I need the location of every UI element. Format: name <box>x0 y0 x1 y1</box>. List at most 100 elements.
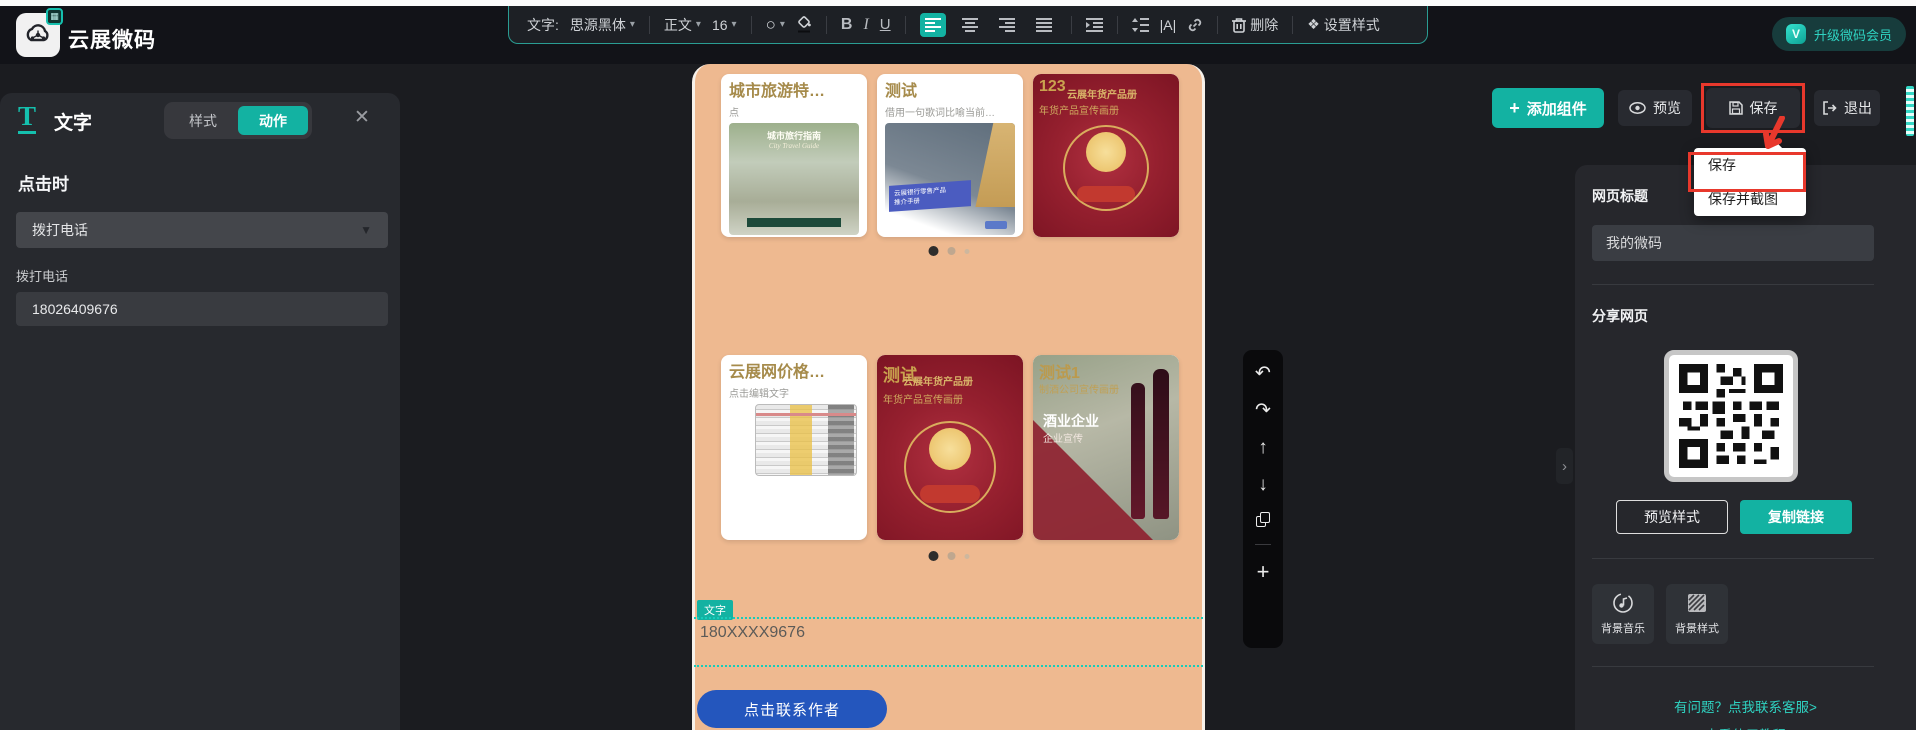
tab-style[interactable]: 样式 <box>168 106 238 135</box>
carousel-dot-active[interactable] <box>928 551 938 561</box>
upgrade-membership-button[interactable]: V 升级微码会员 <box>1772 17 1906 51</box>
card-title: 城市旅游特… <box>729 82 859 102</box>
align-right-button[interactable] <box>994 13 1020 37</box>
template-card[interactable]: 测试1 制酒公司宣传画册 酒业企业 企业宣传 <box>1033 355 1179 540</box>
divider <box>1592 666 1874 667</box>
poster-figure <box>920 485 980 503</box>
exit-button[interactable]: 退出 <box>1814 90 1880 126</box>
template-card[interactable]: 云展网价格… 点击编辑文字 <box>721 355 867 540</box>
eye-icon <box>1629 102 1646 114</box>
divider <box>905 16 906 34</box>
tab-action[interactable]: 动作 <box>238 106 308 135</box>
set-style-button[interactable]: ❖ 设置样式 <box>1307 15 1380 35</box>
template-card[interactable]: 123 云展年货产品册 年货产品宣传画册 <box>1033 74 1179 237</box>
page-title-input[interactable] <box>1592 225 1874 261</box>
card-title: 测试1 <box>1039 359 1080 383</box>
delete-button[interactable]: 删除 <box>1232 15 1278 35</box>
letter-spacing-button[interactable]: |A| <box>1160 17 1177 33</box>
divider <box>751 16 752 34</box>
poster-title: 酒业企业 <box>1043 411 1099 431</box>
text-color-select[interactable]: ○ ▾ <box>766 15 785 35</box>
underline-button[interactable]: U <box>880 16 891 33</box>
link-icon <box>1187 17 1203 33</box>
panel-collapse-chevron[interactable]: › <box>1556 448 1573 484</box>
carousel-dot[interactable] <box>964 554 969 559</box>
background-music-button[interactable]: 背景音乐 <box>1592 584 1654 644</box>
carousel-dot[interactable] <box>947 552 955 560</box>
poster-title: 云展年货产品册 <box>1067 86 1137 101</box>
add-component-button[interactable]: + 添加组件 <box>1492 88 1604 128</box>
italic-button[interactable]: I <box>863 16 868 34</box>
add-icon[interactable]: + <box>1257 562 1270 582</box>
action-type-select[interactable]: 拨打电话 ▼ <box>16 212 388 248</box>
move-up-icon[interactable]: ↑ <box>1258 438 1268 458</box>
carousel-dot[interactable] <box>947 247 955 255</box>
copy-link-button[interactable]: 复制链接 <box>1740 500 1852 534</box>
carousel-dot-active[interactable] <box>928 246 938 256</box>
bold-button[interactable]: B <box>841 16 853 34</box>
contact-author-button[interactable]: 点击联系作者 <box>697 690 887 728</box>
move-down-icon[interactable]: ↓ <box>1258 475 1268 495</box>
card-subtitle: 点 <box>729 104 859 119</box>
poster-band <box>747 218 841 227</box>
vip-icon: V <box>1786 24 1806 44</box>
poster-subtitle: City Travel Guide <box>729 142 859 150</box>
font-family-select[interactable]: 思源黑体 ▾ <box>570 15 635 35</box>
poster-figure <box>1077 186 1135 202</box>
align-left-button[interactable] <box>920 13 946 37</box>
table-red-row <box>756 413 856 416</box>
close-icon[interactable]: ✕ <box>354 106 370 129</box>
upgrade-label: 升级微码会员 <box>1814 25 1892 44</box>
chevron-down-icon: ▾ <box>732 19 737 30</box>
cloud-icon <box>23 22 53 48</box>
phone-field-label: 拨打电话 <box>16 266 68 285</box>
indent-button[interactable] <box>1086 18 1103 32</box>
fill-color-button[interactable] <box>796 16 812 33</box>
template-card[interactable]: 城市旅游特… 点 城市旅行指南 City Travel Guide <box>721 74 867 237</box>
divider <box>1592 558 1874 559</box>
preview-button[interactable]: 预览 <box>1618 90 1692 126</box>
link-button[interactable] <box>1187 17 1203 33</box>
annotation-arrow <box>1748 116 1794 156</box>
tutorial-link[interactable]: 查看使用教程 <box>1575 724 1916 730</box>
wine-bottle <box>1153 369 1169 519</box>
poster-banner: 云展银行零售产品 推介手册 <box>889 180 971 212</box>
carousel-dot[interactable] <box>964 249 969 254</box>
share-qr-code[interactable] <box>1664 350 1798 482</box>
template-card[interactable]: 测试 借用一句歌词比喻当前… 云展银行零售产品 推介手册 <box>877 74 1023 237</box>
menu-item-save-screenshot[interactable]: 保存并截图 <box>1694 182 1806 216</box>
divider <box>826 16 827 34</box>
align-center-icon <box>962 18 978 32</box>
align-justify-button[interactable] <box>1031 13 1057 37</box>
line-height-icon <box>1132 18 1149 32</box>
card-poster: 测试 云展年货产品册 年货产品宣传画册 <box>877 355 1023 540</box>
floppy-icon <box>1729 101 1743 115</box>
panel-tabs: 样式 动作 <box>164 102 312 139</box>
card-poster: 123 云展年货产品册 年货产品宣传画册 <box>1033 74 1179 237</box>
exit-icon <box>1822 101 1837 115</box>
card-subtitle: 年货产品宣传画册 <box>883 391 963 406</box>
template-card[interactable]: 测试 云展年货产品册 年货产品宣传画册 <box>877 355 1023 540</box>
preview-style-button[interactable]: 预览样式 <box>1616 500 1728 534</box>
text-label: 文字: <box>527 15 559 35</box>
carousel-dots <box>928 246 969 256</box>
text-component-value[interactable]: 180XXXX9676 <box>700 624 805 642</box>
paragraph-style-select[interactable]: 正文 ▾ <box>664 15 701 35</box>
undo-icon[interactable]: ↶ <box>1255 364 1271 384</box>
duplicate-icon[interactable] <box>1256 512 1270 527</box>
contact-support-link[interactable]: 有问题？点我联系客服> <box>1575 696 1916 716</box>
canvas-side-toolbar: ↶ ↷ ↑ ↓ + <box>1243 350 1283 648</box>
paint-bucket-icon <box>796 16 812 33</box>
hatch-square-icon <box>1686 592 1708 614</box>
share-page-label: 分享网页 <box>1592 306 1648 326</box>
background-style-button[interactable]: 背景样式 <box>1666 584 1728 644</box>
redo-icon[interactable]: ↷ <box>1255 401 1271 421</box>
phone-number-input[interactable] <box>16 292 388 326</box>
plus-icon: + <box>1509 98 1520 119</box>
line-height-button[interactable] <box>1132 18 1149 32</box>
divider <box>649 16 650 34</box>
scrollbar-indicator[interactable] <box>1906 86 1914 136</box>
align-center-button[interactable] <box>957 13 983 37</box>
font-size-select[interactable]: 16 ▾ <box>712 17 737 33</box>
card-subtitle: 点击编辑文字 <box>729 385 859 400</box>
